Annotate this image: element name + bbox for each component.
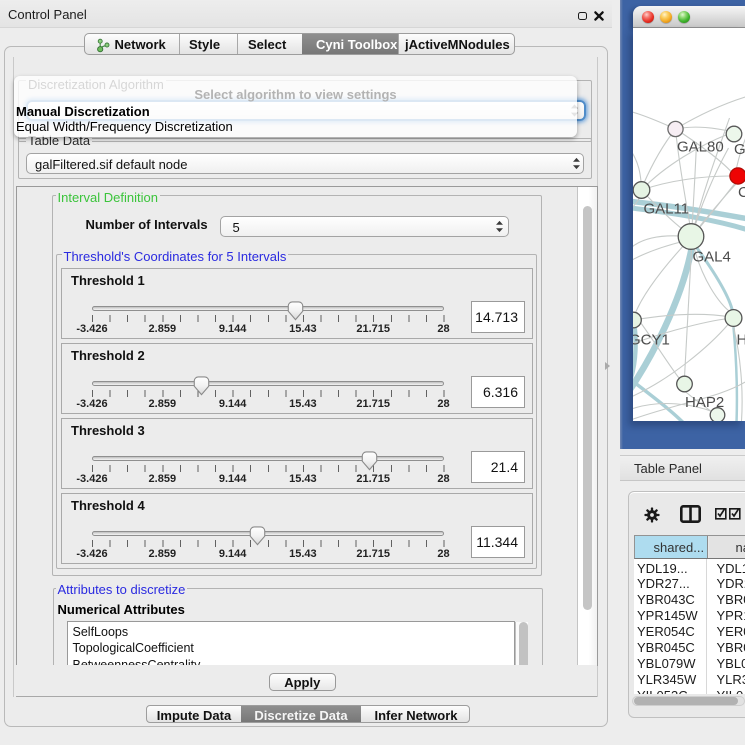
svg-text:C…: C… xyxy=(738,184,745,201)
svg-text:GCY1: GCY1 xyxy=(633,332,670,349)
svg-text:G…: G… xyxy=(734,141,745,158)
svg-text:H: H xyxy=(736,332,745,349)
svg-text:GAL80: GAL80 xyxy=(677,139,724,156)
svg-text:HAP2: HAP2 xyxy=(685,394,724,411)
svg-text:GAL4: GAL4 xyxy=(692,249,730,266)
svg-text:GAL11: GAL11 xyxy=(643,201,689,218)
